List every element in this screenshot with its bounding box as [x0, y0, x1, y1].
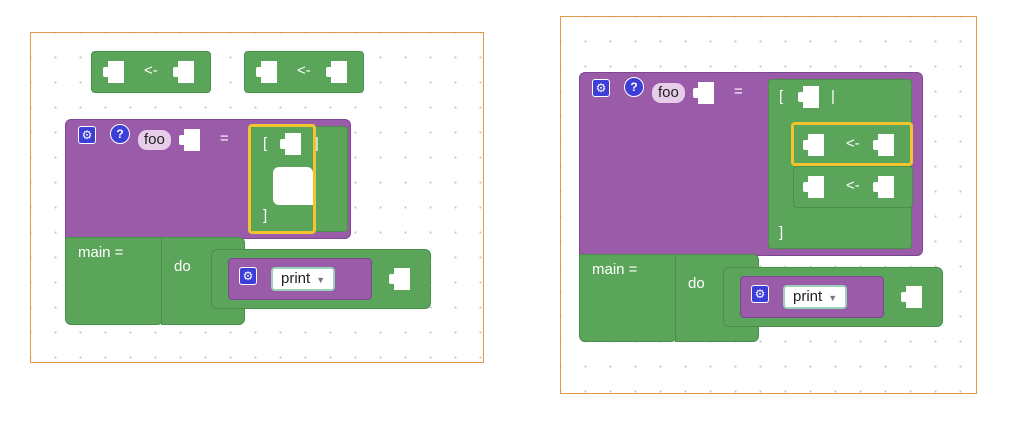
function-definition-block[interactable]: ⚙ ? foo = [ | ]	[65, 119, 351, 239]
input-slot[interactable]	[280, 133, 301, 155]
list-close-bracket: ]	[263, 207, 268, 224]
input-slot[interactable]	[103, 61, 124, 83]
input-slot[interactable]	[179, 129, 200, 151]
input-slot[interactable]	[389, 268, 410, 290]
main-block[interactable]: main =	[579, 254, 677, 342]
input-slot[interactable]	[798, 86, 819, 108]
print-dropdown[interactable]: print ▼	[271, 267, 336, 291]
gear-icon[interactable]: ⚙	[592, 79, 610, 97]
input-slot[interactable]	[803, 176, 824, 198]
function-name[interactable]: foo	[138, 130, 171, 150]
print-label: print	[793, 288, 823, 305]
input-slot[interactable]	[256, 61, 277, 83]
list-open-bracket: [	[263, 135, 268, 152]
list-open-bracket: [	[779, 88, 784, 105]
do-label: do	[688, 275, 705, 292]
input-slot[interactable]	[873, 176, 894, 198]
workspace-left[interactable]: <- <- ⚙ ? foo = [ | ] main = do ⚙ print …	[30, 32, 484, 363]
gear-icon[interactable]: ⚙	[239, 267, 257, 285]
print-call-block[interactable]: ⚙ print ▼	[740, 276, 884, 318]
statement-block[interactable]: ⚙ print ▼	[211, 249, 431, 309]
input-slot[interactable]	[803, 134, 824, 156]
input-slot[interactable]	[173, 61, 194, 83]
chevron-down-icon: ▼	[828, 293, 838, 303]
help-icon[interactable]: ?	[624, 77, 644, 97]
equals-sign: =	[734, 83, 743, 100]
assign-operator: <-	[846, 135, 860, 152]
main-label: main =	[592, 261, 638, 278]
assign-block[interactable]: <-	[793, 124, 913, 166]
function-name[interactable]: foo	[652, 83, 685, 103]
help-icon[interactable]: ?	[110, 124, 130, 144]
equals-sign: =	[220, 130, 229, 147]
do-label: do	[174, 258, 191, 275]
empty-statement-slot[interactable]	[273, 167, 313, 205]
print-call-block[interactable]: ⚙ print ▼	[228, 258, 372, 300]
list-block[interactable]: [ | <- <- ]	[768, 79, 913, 249]
input-slot[interactable]	[873, 134, 894, 156]
list-separator: |	[315, 135, 319, 152]
list-separator: |	[831, 88, 835, 105]
assign-operator: <-	[144, 62, 158, 79]
input-slot[interactable]	[326, 61, 347, 83]
assign-operator: <-	[846, 177, 860, 194]
list-block[interactable]: [ | ]	[250, 126, 348, 232]
print-dropdown[interactable]: print ▼	[783, 285, 848, 309]
assign-block[interactable]: <-	[91, 51, 211, 93]
print-label: print	[281, 270, 311, 287]
statement-block[interactable]: ⚙ print ▼	[723, 267, 943, 327]
input-slot[interactable]	[901, 286, 922, 308]
gear-icon[interactable]: ⚙	[751, 285, 769, 303]
function-definition-block[interactable]: ⚙ ? foo = [ | <- <- ]	[579, 72, 923, 256]
input-slot[interactable]	[693, 82, 714, 104]
main-label: main =	[78, 244, 124, 261]
gear-icon[interactable]: ⚙	[78, 126, 96, 144]
main-block[interactable]: main =	[65, 237, 163, 325]
assign-block[interactable]: <-	[244, 51, 364, 93]
list-close-bracket: ]	[779, 224, 784, 241]
assign-block[interactable]: <-	[793, 166, 913, 208]
workspace-right[interactable]: ⚙ ? foo = [ | <- <- ] main = do ⚙ print …	[560, 16, 977, 394]
chevron-down-icon: ▼	[316, 275, 326, 285]
assign-operator: <-	[297, 62, 311, 79]
